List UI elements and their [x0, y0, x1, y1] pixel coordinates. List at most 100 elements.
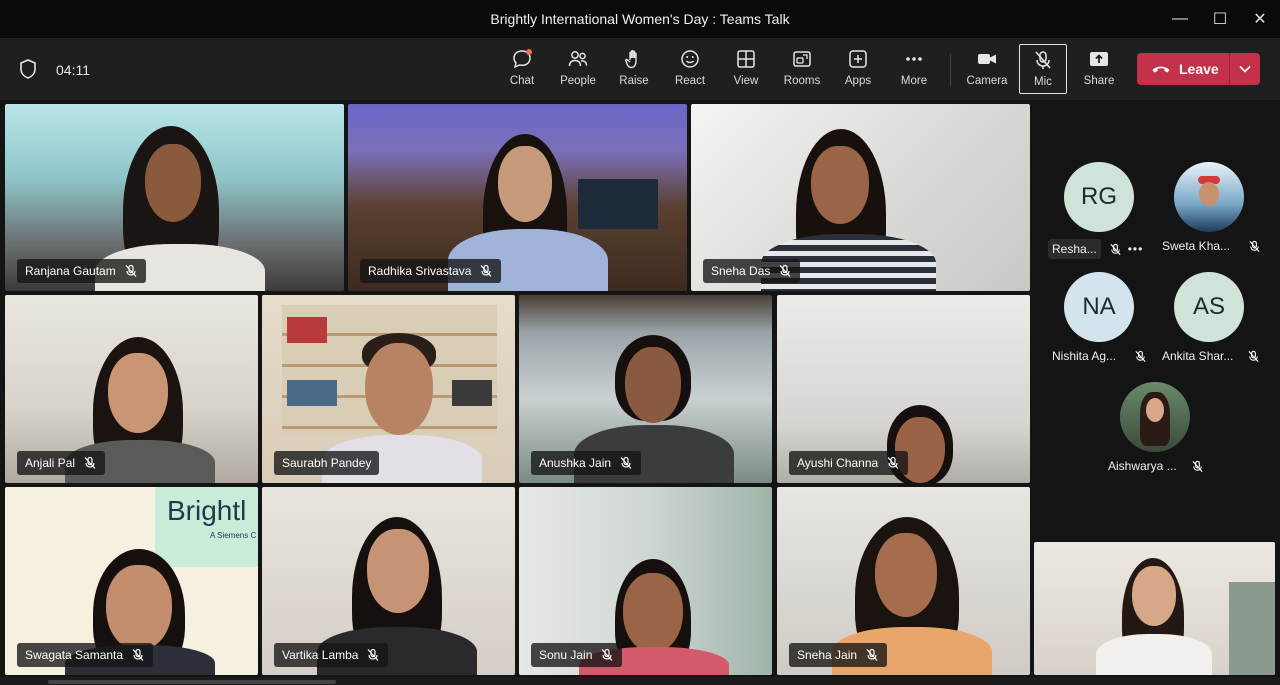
roster-name-row: Nishita Ag...	[1052, 349, 1162, 363]
video-tile[interactable]: Sneha Jain	[777, 487, 1030, 675]
grid-view-icon	[737, 50, 755, 68]
tv-screen	[578, 179, 658, 229]
roster-name-row: Sweta Kha...	[1162, 239, 1272, 253]
window-title: Brightly International Women's Day : Tea…	[490, 11, 790, 27]
mic-off-icon	[132, 648, 144, 661]
more-label: More	[900, 75, 928, 87]
roster-item[interactable]: Sweta Kha...	[1158, 162, 1268, 272]
avatar: RG	[1064, 162, 1134, 232]
apps-label: Apps	[844, 75, 872, 87]
video-tile[interactable]: Brightl A Siemens C Swagata Samanta	[5, 487, 258, 675]
video-tile[interactable]: Anushka Jain	[519, 295, 772, 483]
video-tile[interactable]: Radhika Srivastava	[348, 104, 687, 291]
camera-label: Camera	[966, 75, 1008, 87]
window-titlebar: Brightly International Women's Day : Tea…	[0, 0, 1280, 38]
participant-face	[625, 347, 681, 423]
mic-off-icon	[887, 456, 899, 469]
participant-nametag: Anushka Jain	[531, 451, 642, 475]
people-button[interactable]: People	[554, 44, 602, 94]
leave-button[interactable]: Leave	[1137, 53, 1229, 85]
video-tile[interactable]: Sneha Das	[691, 104, 1030, 291]
roster-item[interactable]: RG Resha... •••	[1048, 162, 1158, 272]
video-tile[interactable]: Anjali Pal	[5, 295, 258, 483]
rooms-button[interactable]: Rooms	[778, 44, 826, 94]
mic-off-icon	[779, 264, 791, 277]
participant-face	[875, 533, 937, 617]
participant-name: Saurabh Pandey	[282, 456, 372, 470]
participant-nametag: Vartika Lamba	[274, 643, 389, 667]
share-button[interactable]: Share	[1075, 44, 1123, 94]
window-view	[1229, 582, 1275, 675]
chat-icon	[513, 49, 532, 69]
face	[1146, 398, 1164, 422]
view-label: View	[733, 75, 759, 87]
more-button[interactable]: More	[890, 44, 938, 94]
roster-item[interactable]: NA Nishita Ag...	[1048, 272, 1158, 382]
minimize-icon: —	[1172, 10, 1188, 27]
participant-name: Anushka Jain	[539, 456, 612, 470]
face	[1199, 182, 1219, 206]
roster-name: Aishwarya ...	[1108, 459, 1177, 473]
brightly-logo-text: Brightl	[167, 495, 247, 526]
video-tile[interactable]: Sonu Jain	[519, 487, 772, 675]
mic-button[interactable]: Mic	[1019, 44, 1067, 94]
rooms-label: Rooms	[783, 75, 821, 87]
video-tile[interactable]: Ayushi Channa	[777, 295, 1030, 483]
window-controls: — ☐ ✕	[1160, 0, 1280, 38]
mic-off-icon	[1248, 350, 1259, 362]
close-icon: ✕	[1253, 11, 1267, 28]
participant-name: Sonu Jain	[539, 648, 593, 662]
roster-name: Ankita Shar...	[1162, 349, 1234, 363]
mic-off-icon	[1135, 350, 1146, 362]
scrollbar-thumb[interactable]	[48, 680, 336, 684]
people-label: People	[560, 75, 596, 87]
leave-label: Leave	[1179, 61, 1219, 77]
chat-label: Chat	[509, 75, 535, 87]
roster-item[interactable]: Aishwarya ...	[1104, 382, 1214, 492]
avatar-photo	[1174, 162, 1244, 232]
raise-hand-button[interactable]: Raise	[610, 44, 658, 94]
people-icon	[568, 51, 588, 67]
self-video-tile[interactable]	[1034, 542, 1275, 675]
maximize-button[interactable]: ☐	[1200, 0, 1240, 38]
mic-off-icon	[620, 456, 632, 469]
roster-item[interactable]: AS Ankita Shar...	[1158, 272, 1268, 382]
view-button[interactable]: View	[722, 44, 770, 94]
participant-nametag: Sonu Jain	[531, 643, 623, 667]
video-tile[interactable]: Vartika Lamba	[262, 487, 515, 675]
roster-name-row: Ankita Shar...	[1162, 349, 1272, 363]
participant-nametag: Saurabh Pandey	[274, 451, 380, 475]
toolbar-divider	[950, 54, 951, 86]
shield-icon[interactable]	[18, 58, 38, 80]
raise-label: Raise	[619, 75, 649, 87]
avatar: NA	[1064, 272, 1134, 342]
minimize-button[interactable]: —	[1160, 0, 1200, 38]
video-tile[interactable]: Ranjana Gautam	[5, 104, 344, 291]
avatar-initials: RG	[1081, 183, 1117, 210]
close-button[interactable]: ✕	[1240, 0, 1280, 38]
roster-name-row: Resha... •••	[1048, 239, 1158, 259]
raise-hand-icon	[625, 50, 637, 69]
participant-face	[1132, 566, 1176, 626]
camera-button[interactable]: Camera	[963, 44, 1011, 94]
leave-options-button[interactable]	[1230, 53, 1260, 85]
participant-name: Ranjana Gautam	[25, 264, 116, 278]
roster-more-options-icon[interactable]: •••	[1128, 242, 1144, 256]
participant-name: Radhika Srivastava	[368, 264, 472, 278]
react-label: React	[674, 75, 706, 87]
participant-name: Swagata Samanta	[25, 648, 124, 662]
hang-up-icon	[1152, 66, 1170, 73]
roster-name-row: Aishwarya ...	[1108, 459, 1218, 473]
books	[287, 317, 327, 343]
participant-face	[365, 343, 433, 435]
participant-face	[367, 529, 429, 613]
mic-off-icon	[601, 648, 613, 661]
brightly-logo-subtext: A Siemens C	[210, 531, 257, 540]
participant-nametag: Swagata Samanta	[17, 643, 154, 667]
roster-name: Sweta Kha...	[1162, 239, 1231, 253]
video-tile-active-speaker[interactable]: Saurabh Pandey	[262, 295, 515, 483]
chat-button[interactable]: Chat	[498, 44, 546, 94]
apps-button[interactable]: Apps	[834, 44, 882, 94]
mic-off-icon	[866, 648, 878, 661]
react-button[interactable]: React	[666, 44, 714, 94]
